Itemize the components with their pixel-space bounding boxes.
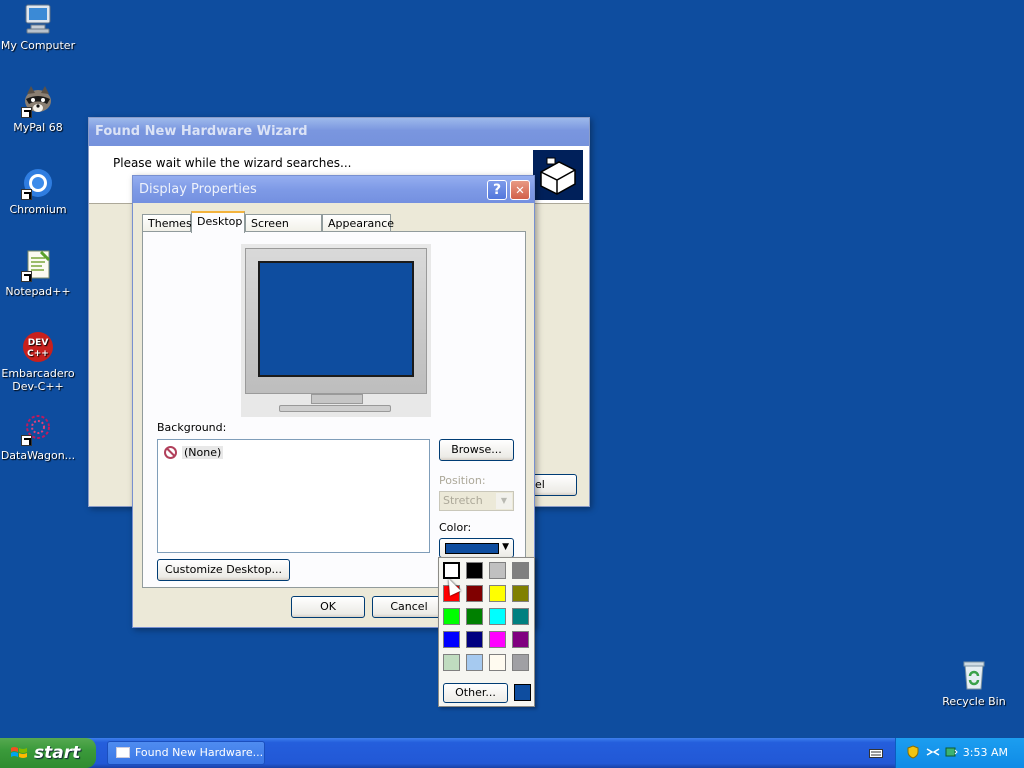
background-list-item[interactable]: (None) bbox=[164, 444, 224, 461]
current-color-swatch bbox=[445, 543, 499, 554]
desktop-icon-label: DataWagon... bbox=[0, 449, 76, 462]
datawagon-icon bbox=[21, 412, 55, 446]
desktop-icon-label: Chromium bbox=[9, 203, 67, 216]
svg-text:C++: C++ bbox=[27, 349, 49, 359]
position-select[interactable]: Stretch ▼ bbox=[439, 491, 514, 511]
color-swatch[interactable] bbox=[512, 562, 529, 579]
color-swatch[interactable] bbox=[512, 654, 529, 671]
desktop-icon-label: Recycle Bin bbox=[942, 695, 1006, 708]
shortcut-arrow-icon bbox=[21, 107, 32, 118]
chromium-icon bbox=[21, 166, 55, 200]
chevron-down-icon: ▼ bbox=[496, 493, 512, 509]
network-icon[interactable] bbox=[926, 745, 940, 759]
taskbar-item-label: Found New Hardware... bbox=[135, 746, 264, 759]
desktop-icon-label: Notepad++ bbox=[5, 285, 71, 298]
color-swatch[interactable] bbox=[489, 608, 506, 625]
desktop-tab-panel: Background: (None) Browse... Position: S… bbox=[142, 231, 526, 588]
color-swatch[interactable] bbox=[512, 631, 529, 648]
desktop-icon-chromium[interactable]: Chromium bbox=[0, 166, 76, 216]
background-item-label: (None) bbox=[182, 446, 224, 459]
recycle-bin-icon bbox=[957, 658, 991, 692]
safely-remove-hardware-icon[interactable] bbox=[944, 745, 958, 759]
monitor-preview bbox=[241, 244, 431, 417]
color-swatch[interactable] bbox=[466, 631, 483, 648]
cancel-button[interactable]: Cancel bbox=[372, 596, 446, 618]
browse-button[interactable]: Browse... bbox=[439, 439, 514, 461]
color-swatch[interactable] bbox=[466, 654, 483, 671]
color-swatch[interactable] bbox=[489, 631, 506, 648]
position-label: Position: bbox=[439, 474, 486, 487]
monitor-neck bbox=[311, 394, 363, 404]
color-swatch[interactable] bbox=[443, 654, 460, 671]
taskbar: start Found New Hardware... 3:53 AM bbox=[0, 738, 1024, 768]
color-picker-button[interactable]: ▼ bbox=[439, 538, 514, 558]
ok-button[interactable]: OK bbox=[291, 596, 365, 618]
desktop-icon-notepadpp[interactable]: Notepad++ bbox=[0, 248, 76, 298]
current-color-preview bbox=[514, 684, 531, 701]
monitor-bezel bbox=[245, 248, 427, 394]
desktop-icon-label: MyPal 68 bbox=[13, 121, 63, 134]
desktop-icon-label: My Computer bbox=[0, 39, 76, 52]
mypal-raccoon-icon bbox=[21, 84, 55, 118]
close-button[interactable]: ✕ bbox=[510, 180, 530, 200]
shortcut-arrow-icon bbox=[21, 435, 32, 446]
none-icon bbox=[164, 446, 177, 459]
tab-desktop[interactable]: Desktop bbox=[191, 211, 245, 233]
color-swatch[interactable] bbox=[443, 631, 460, 648]
shortcut-arrow-icon bbox=[21, 271, 32, 282]
help-button[interactable]: ? bbox=[487, 180, 507, 200]
clock: 3:53 AM bbox=[962, 746, 1008, 759]
color-swatch[interactable] bbox=[466, 608, 483, 625]
devcpp-icon: DEV C++ bbox=[21, 330, 55, 364]
start-label: start bbox=[34, 743, 81, 763]
monitor-screen-preview bbox=[258, 261, 414, 377]
color-swatch[interactable] bbox=[489, 562, 506, 579]
desktop-icon-label: Embarcadero Dev-C++ bbox=[1, 367, 75, 393]
color-swatch[interactable] bbox=[466, 562, 483, 579]
position-value: Stretch bbox=[443, 494, 483, 507]
customize-desktop-button[interactable]: Customize Desktop... bbox=[157, 559, 290, 581]
monitor-base bbox=[279, 405, 391, 412]
start-button[interactable]: start bbox=[0, 738, 96, 768]
color-swatch[interactable] bbox=[489, 654, 506, 671]
notepadpp-icon bbox=[21, 248, 55, 282]
desktop-icon-mypal[interactable]: MyPal 68 bbox=[0, 84, 76, 134]
display-properties-title: Display Properties bbox=[139, 182, 257, 197]
background-list[interactable]: (None) bbox=[157, 439, 430, 553]
system-tray: 3:53 AM bbox=[895, 738, 1024, 768]
windows-flag-icon bbox=[11, 747, 27, 758]
shortcut-arrow-icon bbox=[21, 189, 32, 200]
keyboard-icon[interactable] bbox=[869, 747, 883, 759]
svg-text:DEV: DEV bbox=[28, 338, 49, 348]
wizard-message: Please wait while the wizard searches... bbox=[113, 156, 352, 170]
hardware-wizard-icon bbox=[533, 150, 583, 200]
color-label: Color: bbox=[439, 521, 472, 534]
wizard-title: Found New Hardware Wizard bbox=[95, 124, 308, 139]
chevron-down-icon: ▼ bbox=[502, 542, 509, 552]
security-shield-icon[interactable] bbox=[906, 745, 920, 759]
wizard-title-bar[interactable]: Found New Hardware Wizard bbox=[89, 118, 589, 146]
other-color-button[interactable]: Other... bbox=[443, 683, 508, 703]
color-swatch[interactable] bbox=[512, 608, 529, 625]
display-properties-title-bar[interactable]: Display Properties ? ✕ bbox=[133, 176, 534, 203]
color-swatch[interactable] bbox=[443, 608, 460, 625]
desktop-icon-recycle-bin[interactable]: Recycle Bin bbox=[936, 658, 1012, 708]
color-swatch[interactable] bbox=[489, 585, 506, 602]
taskbar-item-found-new-hardware[interactable]: Found New Hardware... bbox=[107, 741, 265, 765]
desktop-icon-datawagon[interactable]: DataWagon... bbox=[0, 412, 76, 462]
color-swatch[interactable] bbox=[466, 585, 483, 602]
color-swatch[interactable] bbox=[512, 585, 529, 602]
background-label: Background: bbox=[157, 421, 227, 434]
desktop-icon-my-computer[interactable]: My Computer bbox=[0, 2, 76, 52]
my-computer-icon bbox=[21, 2, 55, 36]
window-icon bbox=[116, 747, 130, 758]
desktop-icon-devcpp[interactable]: DEV C++ Embarcadero Dev-C++ bbox=[0, 330, 76, 393]
